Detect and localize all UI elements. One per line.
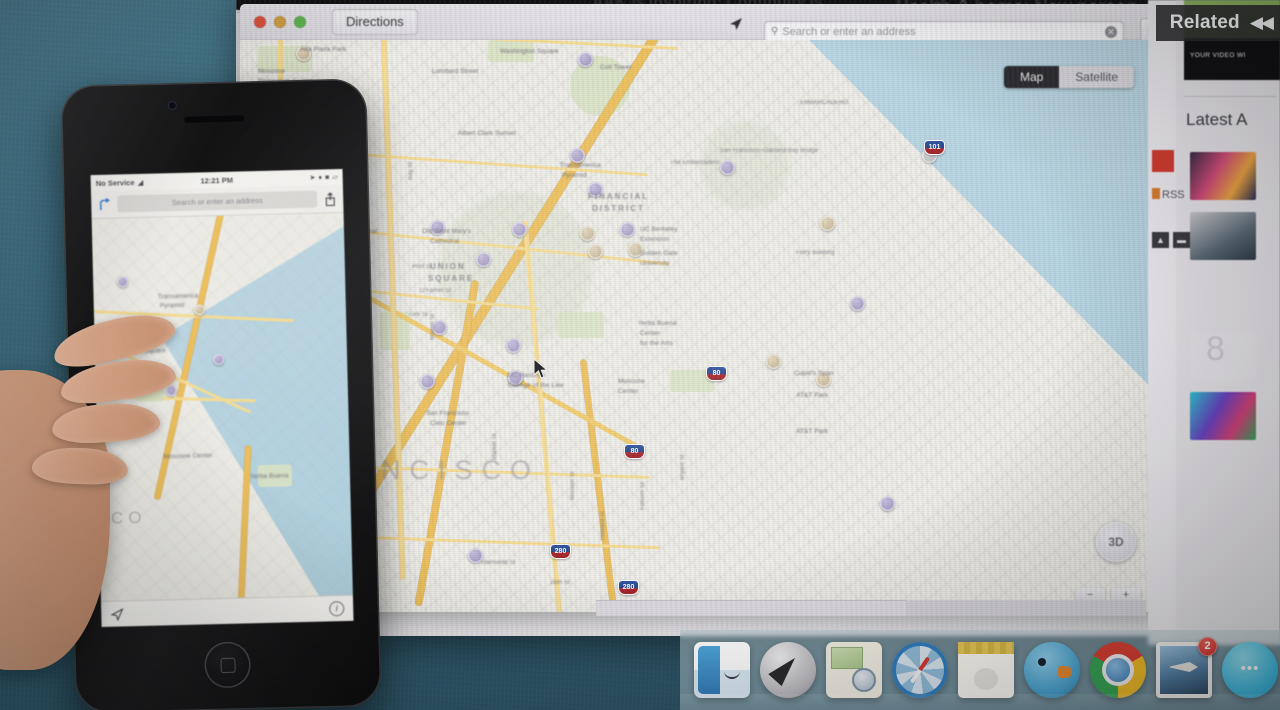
screenshot-stage: AAK is inspiring: Continuity is Health &… (0, 0, 1280, 710)
photo-vignette (0, 0, 1280, 710)
